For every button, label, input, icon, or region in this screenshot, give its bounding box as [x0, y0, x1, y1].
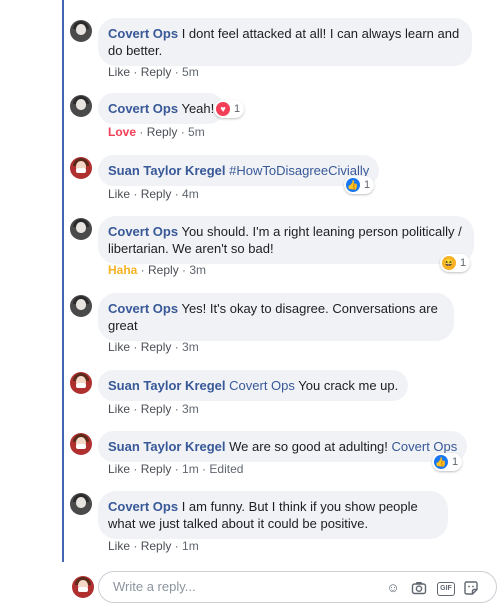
emoji-icon[interactable]: ☺	[385, 580, 401, 596]
comment-actions: Like · Reply · 5m	[108, 65, 199, 79]
like-button[interactable]: Like	[108, 402, 130, 416]
love-reaction-icon: ♥	[216, 102, 230, 116]
avatar[interactable]	[70, 20, 92, 42]
edited-label[interactable]: Edited	[209, 462, 243, 476]
haha-reaction-icon: 😆	[442, 256, 456, 270]
avatar[interactable]	[70, 157, 92, 179]
like-button[interactable]: Like	[108, 462, 130, 476]
comment-bubble: Suan Taylor Kregel #HowToDisagreeCiviall…	[98, 155, 380, 186]
comment-actions: Haha · Reply · 3m	[108, 263, 207, 277]
timestamp[interactable]: 5m	[188, 125, 205, 139]
timestamp[interactable]: 4m	[182, 187, 199, 201]
author-name[interactable]: Suan Taylor Kregel	[108, 439, 226, 454]
author-name[interactable]: Suan Taylor Kregel	[108, 163, 226, 178]
avatar[interactable]	[70, 433, 92, 455]
comment-actions: Like · Reply · 1m	[108, 539, 199, 553]
like-button[interactable]: Like	[108, 340, 130, 354]
avatar[interactable]	[70, 218, 92, 240]
love-button[interactable]: Love	[108, 125, 136, 139]
reply-button[interactable]: Reply	[141, 402, 172, 416]
reply-button[interactable]: Reply	[141, 462, 172, 476]
timestamp[interactable]: 3m	[189, 263, 206, 277]
reply-button[interactable]: Reply	[141, 65, 172, 79]
author-name[interactable]: Covert Ops	[108, 26, 178, 41]
comment-text: You crack me up.	[298, 378, 399, 393]
reaction-count[interactable]: 😆 1	[440, 254, 471, 272]
comment-bubble: Covert Ops I am funny. But I think if yo…	[98, 491, 448, 539]
reaction-count[interactable]: 👍 1	[344, 176, 375, 194]
comment-bubble: Suan Taylor Kregel We are so good at adu…	[98, 431, 468, 462]
gif-icon[interactable]: GIF	[437, 582, 455, 596]
comment-actions: Like · Reply · 3m	[108, 340, 199, 354]
like-reaction-icon: 👍	[346, 178, 360, 192]
like-button[interactable]: Like	[108, 539, 130, 553]
mention-link[interactable]: Covert Ops	[392, 439, 458, 454]
comment-bubble: Covert Ops Yeah!	[98, 93, 225, 124]
reaction-count[interactable]: 👍 1	[432, 453, 463, 471]
reply-button[interactable]: Reply	[141, 539, 172, 553]
reply-button[interactable]: Reply	[148, 263, 179, 277]
comment-text: Yeah!	[181, 101, 215, 116]
timestamp[interactable]: 1m	[182, 462, 199, 476]
like-button[interactable]: Like	[108, 65, 130, 79]
timestamp[interactable]: 5m	[182, 65, 199, 79]
avatar[interactable]	[70, 295, 92, 317]
comment-actions: Like · Reply · 4m	[108, 187, 199, 201]
avatar[interactable]	[70, 493, 92, 515]
reply-button[interactable]: Reply	[141, 340, 172, 354]
comment-actions: Like · Reply · 3m	[108, 402, 199, 416]
sticker-icon[interactable]	[463, 580, 479, 596]
comment-bubble: Suan Taylor Kregel Covert Ops You crack …	[98, 370, 409, 401]
avatar[interactable]	[70, 95, 92, 117]
thread-line	[62, 0, 64, 562]
haha-button[interactable]: Haha	[108, 263, 137, 277]
like-button[interactable]: Like	[108, 187, 130, 201]
comment-actions: Like · Reply · 1m · Edited	[108, 462, 244, 476]
comment-bubble: Covert Ops You should. I'm a right leani…	[98, 216, 474, 264]
hashtag-link[interactable]: #HowToDisagreeCivially	[229, 163, 369, 178]
camera-icon[interactable]	[411, 580, 427, 596]
comment-text: We are so good at adulting!	[229, 439, 388, 454]
author-name[interactable]: Covert Ops	[108, 101, 178, 116]
author-name[interactable]: Covert Ops	[108, 224, 178, 239]
reply-box[interactable]: ☺ GIF	[98, 571, 497, 603]
author-name[interactable]: Covert Ops	[108, 301, 178, 316]
reply-button[interactable]: Reply	[147, 125, 178, 139]
author-name[interactable]: Covert Ops	[108, 499, 178, 514]
comment-bubble: Covert Ops I dont feel attacked at all! …	[98, 18, 472, 66]
avatar[interactable]	[70, 372, 92, 394]
reply-button[interactable]: Reply	[141, 187, 172, 201]
comment-bubble: Covert Ops Yes! It's okay to disagree. C…	[98, 293, 454, 341]
timestamp[interactable]: 3m	[182, 340, 199, 354]
like-reaction-icon: 👍	[434, 455, 448, 469]
comment-actions: Love · Reply · 5m	[108, 125, 205, 139]
timestamp[interactable]: 1m	[182, 539, 199, 553]
mention-link[interactable]: Covert Ops	[229, 378, 295, 393]
current-user-avatar	[72, 576, 94, 598]
author-name[interactable]: Suan Taylor Kregel	[108, 378, 226, 393]
reaction-count[interactable]: ♥ 1	[214, 100, 245, 118]
reply-input[interactable]	[111, 578, 355, 595]
reply-composer: ☺ GIF	[0, 564, 504, 612]
timestamp[interactable]: 3m	[182, 402, 199, 416]
